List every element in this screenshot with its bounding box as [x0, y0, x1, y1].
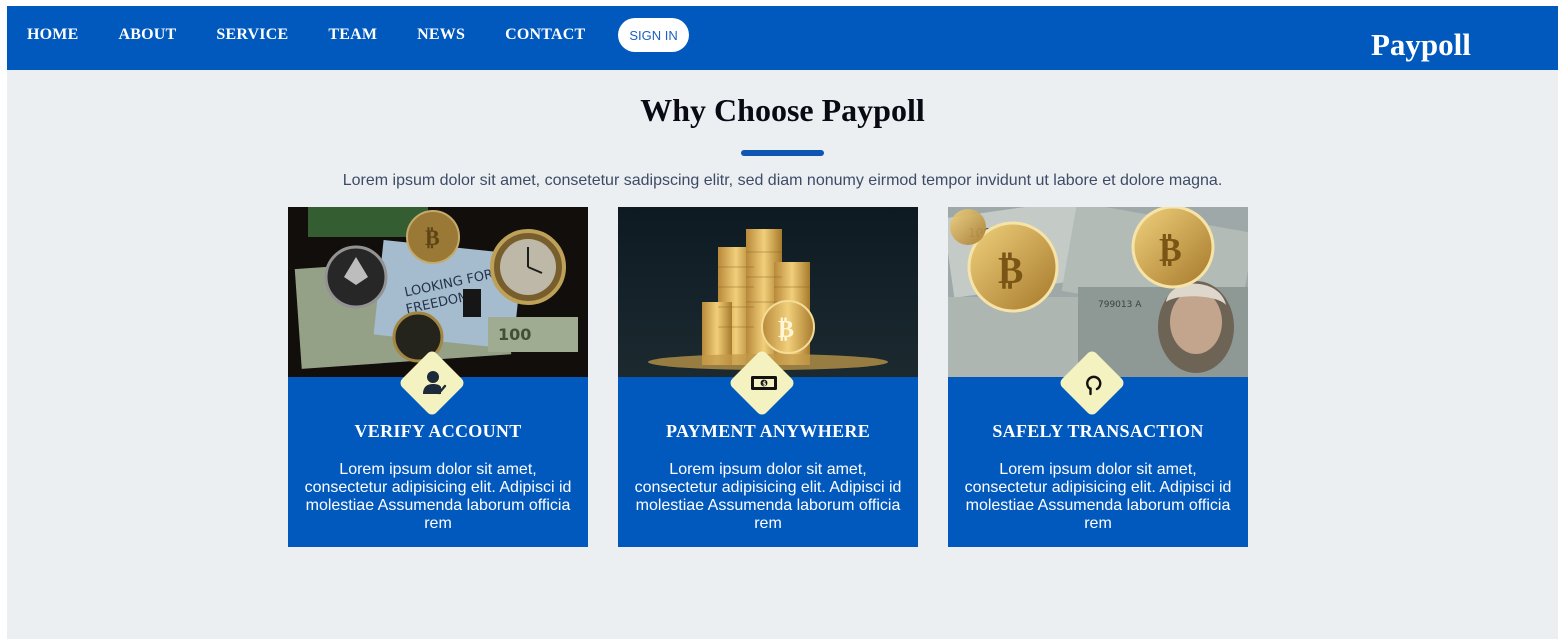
nav-link-news[interactable]: NEWS [417, 26, 465, 44]
svg-text:₿: ₿ [1159, 230, 1182, 270]
svg-text:₿: ₿ [778, 315, 794, 343]
page: HOME ABOUT SERVICE TEAM NEWS CONTACT SIG… [7, 6, 1558, 639]
brand-logo[interactable]: Paypoll [1371, 27, 1471, 63]
card-image-crypto-coins: LOOKING FOR FREEDOM? ₿ 100 [288, 207, 588, 377]
section-title: Why Choose Paypoll [640, 92, 925, 128]
card-image-bitcoin-stacks: ₿ [618, 207, 918, 377]
refresh-arrow-icon [1086, 375, 1102, 396]
card-description: Lorem ipsum dolor sit amet, consectetur … [634, 461, 902, 532]
feature-card-safely-transaction: 100 799013 A ₿ ₿ SAFELY TRANSACTION Lore… [948, 207, 1248, 547]
feature-card-payment-anywhere: ₿ $ PAYMENT ANYWHERE Lorem ipsum dolor s… [618, 207, 918, 547]
svg-text:$: $ [762, 380, 766, 387]
nav-link-contact[interactable]: CONTACT [505, 26, 585, 44]
user-check-icon [423, 371, 447, 395]
svg-text:799013 A: 799013 A [1098, 300, 1142, 310]
nav-links: HOME ABOUT SERVICE TEAM NEWS CONTACT SIG… [27, 6, 689, 64]
nav-link-home[interactable]: HOME [27, 26, 78, 44]
card-title: SAFELY TRANSACTION [992, 421, 1204, 441]
card-title: VERIFY ACCOUNT [354, 421, 522, 441]
money-bill-icon: $ [751, 376, 777, 390]
section-subtitle: Lorem ipsum dolor sit amet, consetetur s… [342, 172, 1223, 189]
nav-link-team[interactable]: TEAM [328, 26, 377, 44]
feature-card-verify-account: LOOKING FOR FREEDOM? ₿ 100 VERIFY ACCOUN… [288, 207, 588, 547]
nav-link-service[interactable]: SERVICE [216, 26, 288, 44]
nav-link-about[interactable]: ABOUT [118, 26, 176, 44]
top-navbar: HOME ABOUT SERVICE TEAM NEWS CONTACT SIG… [7, 6, 1558, 70]
sign-in-button[interactable]: SIGN IN [618, 18, 689, 52]
title-underline [741, 150, 824, 156]
card-title: PAYMENT ANYWHERE [666, 421, 870, 441]
card-description: Lorem ipsum dolor sit amet, consectetur … [304, 461, 572, 532]
card-description: Lorem ipsum dolor sit amet, consectetur … [964, 461, 1232, 532]
svg-text:₿: ₿ [998, 248, 1023, 292]
card-image-bitcoins-on-bills: 100 799013 A ₿ ₿ [948, 207, 1248, 377]
